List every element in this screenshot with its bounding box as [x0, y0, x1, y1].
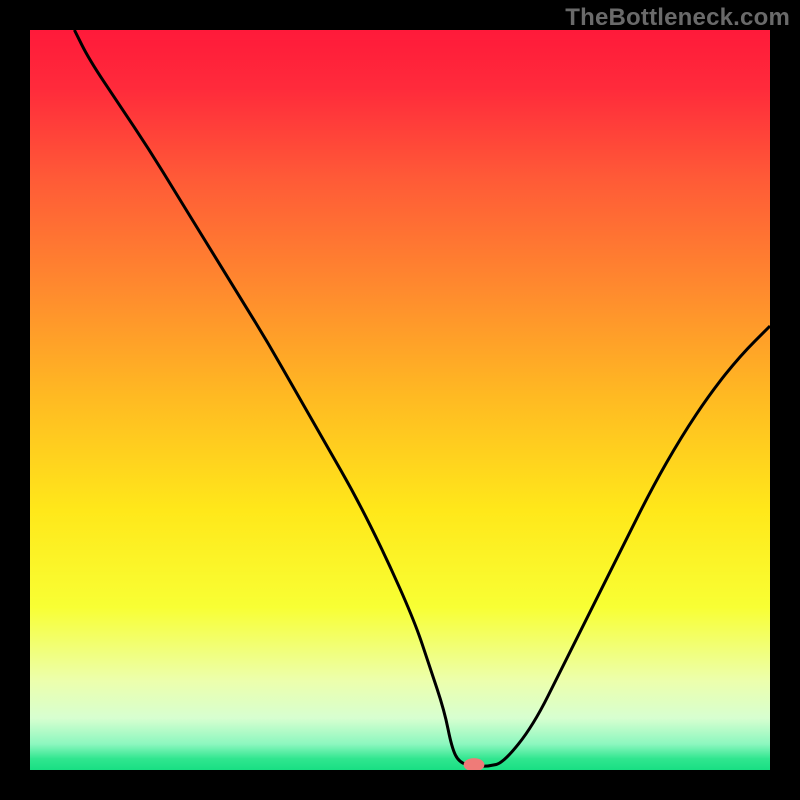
gradient-background [30, 30, 770, 770]
chart-canvas [30, 30, 770, 770]
chart-frame: TheBottleneck.com [0, 0, 800, 800]
watermark-label: TheBottleneck.com [565, 4, 790, 32]
chart-plot-area [30, 30, 770, 770]
